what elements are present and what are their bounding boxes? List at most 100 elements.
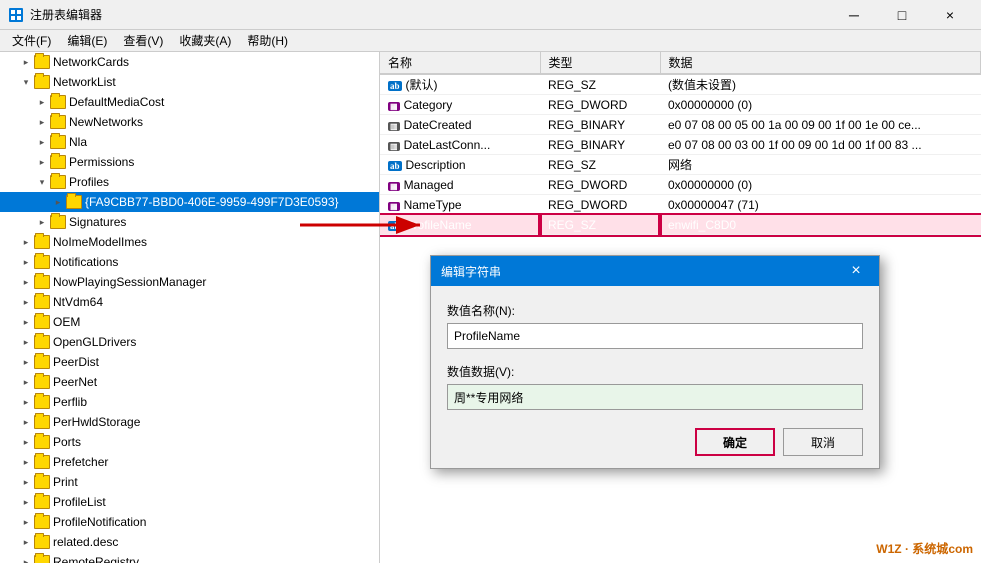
tree-item[interactable]: ▸Perflib [0,392,379,412]
tree-item[interactable]: ▸ OpenGLDrivers [0,332,379,352]
tree-item[interactable]: ▸ RemoteRegistry [0,552,379,563]
tree-item-label: {FA9CBB77-BBD0-406E-9959-499F7D3E0593} [85,195,339,209]
menu-item[interactable]: 收藏夹(A) [171,30,239,51]
tree-item[interactable]: ▸ PerHwldStorage [0,412,379,432]
tree-item[interactable]: ▸NowPlayingSessionManager [0,272,379,292]
dialog-close-button[interactable]: × [843,258,869,284]
tree-item[interactable]: ▸related.desc [0,532,379,552]
tree-toggle-icon[interactable]: ▸ [18,494,34,510]
tree-toggle-icon[interactable]: ▸ [34,154,50,170]
tree-toggle-icon[interactable]: ▸ [34,94,50,110]
tree-toggle-icon[interactable]: ▸ [18,514,34,530]
table-row[interactable]: ▥DateLastConn...REG_BINARYe0 07 08 00 03… [380,135,981,155]
table-row[interactable]: ▦ManagedREG_DWORD0x00000000 (0) [380,175,981,195]
tree-toggle-icon[interactable]: ▸ [18,374,34,390]
folder-icon [34,495,50,509]
reg-type-icon: ▥ [388,122,400,131]
tree-toggle-icon[interactable]: ▸ [18,334,34,350]
tree-item[interactable]: ▸Notifications [0,252,379,272]
col-data[interactable]: 数据 [660,52,981,74]
menu-item[interactable]: 文件(F) [4,30,59,51]
table-row[interactable]: ab(默认)REG_SZ(数值未设置) [380,74,981,95]
reg-name-cell: ▦Category [380,95,540,115]
tree-toggle-icon[interactable]: ▸ [18,354,34,370]
reg-data-cell: 网络 [660,155,981,175]
table-row[interactable]: abProfileNameREG_SZenwifi_C8D0 [380,215,981,235]
tree-toggle-icon[interactable]: ▸ [18,474,34,490]
tree-panel: ▸NetworkCards▾NetworkList▸DefaultMediaCo… [0,52,380,563]
tree-toggle-icon[interactable]: ▸ [18,394,34,410]
tree-item[interactable]: ▾Profiles [0,172,379,192]
tree-item[interactable]: ▸Ports [0,432,379,452]
tree-item[interactable]: ▸Permissions [0,152,379,172]
tree-toggle-icon[interactable]: ▸ [18,54,34,70]
tree-item[interactable]: ▸ NtVdm64 [0,292,379,312]
confirm-button[interactable]: 确定 [695,428,775,456]
dialog-title-bar[interactable]: 编辑字符串 × [431,256,879,286]
reg-data-cell: e0 07 08 00 03 00 1f 00 09 00 1d 00 1f 0… [660,135,981,155]
reg-type-cell: REG_DWORD [540,95,660,115]
tree-toggle-icon[interactable]: ▾ [34,174,50,190]
tree-toggle-icon[interactable]: ▸ [18,434,34,450]
tree-item-label: PerHwldStorage [53,415,140,429]
tree-toggle-icon[interactable]: ▸ [34,214,50,230]
tree-toggle-icon[interactable]: ▸ [34,114,50,130]
menu-item[interactable]: 查看(V) [115,30,171,51]
tree-item[interactable]: ▸PeerNet [0,372,379,392]
cancel-button[interactable]: 取消 [783,428,863,456]
value-input[interactable] [447,384,863,410]
tree-item[interactable]: ▸ProfileList [0,492,379,512]
col-type[interactable]: 类型 [540,52,660,74]
tree-toggle-icon[interactable]: ▸ [18,454,34,470]
reg-data-cell: enwifi_C8D0 [660,215,981,235]
table-row[interactable]: ▦NameTypeREG_DWORD0x00000047 (71) [380,195,981,215]
name-input[interactable] [447,323,863,349]
table-row[interactable]: ▥DateCreatedREG_BINARYe0 07 08 00 05 00 … [380,115,981,135]
tree-item[interactable]: ▸ProfileNotification [0,512,379,532]
reg-type-cell: REG_SZ [540,215,660,235]
tree-item[interactable]: ▸ {FA9CBB77-BBD0-406E-9959-499F7D3E0593} [0,192,379,212]
reg-type-cell: REG_SZ [540,155,660,175]
table-row[interactable]: abDescriptionREG_SZ网络 [380,155,981,175]
tree-toggle-icon[interactable]: ▸ [18,554,34,563]
reg-type-icon: ▦ [388,182,400,191]
dialog-buttons: 确定 取消 [447,428,863,456]
tree-item[interactable]: ▸PeerDist [0,352,379,372]
tree-item[interactable]: ▸Prefetcher [0,452,379,472]
tree-toggle-icon[interactable]: ▸ [34,134,50,150]
tree-item[interactable]: ▸Nla [0,132,379,152]
tree-item[interactable]: ▸Signatures [0,212,379,232]
menu-item[interactable]: 帮助(H) [239,30,296,51]
tree-toggle-icon[interactable]: ▾ [18,74,34,90]
tree-item[interactable]: ▸Print [0,472,379,492]
tree-toggle-icon[interactable]: ▸ [18,414,34,430]
reg-type-icon: ab [388,161,402,171]
tree-toggle-icon[interactable]: ▸ [18,234,34,250]
reg-data-cell: e0 07 08 00 05 00 1a 00 09 00 1f 00 1e 0… [660,115,981,135]
col-name[interactable]: 名称 [380,52,540,74]
tree-item-label: RemoteRegistry [53,555,139,563]
tree-toggle-icon[interactable]: ▸ [18,534,34,550]
minimize-button[interactable]: ─ [831,0,877,30]
tree-item[interactable]: ▸NewNetworks [0,112,379,132]
tree-item[interactable]: ▸DefaultMediaCost [0,92,379,112]
folder-icon [34,315,50,329]
folder-icon [34,355,50,369]
table-row[interactable]: ▦CategoryREG_DWORD0x00000000 (0) [380,95,981,115]
tree-item[interactable]: ▸NoImeModelImes [0,232,379,252]
tree-item[interactable]: ▸NetworkCards [0,52,379,72]
menu-item[interactable]: 编辑(E) [59,30,115,51]
tree-toggle-icon[interactable]: ▸ [18,294,34,310]
tree-item[interactable]: ▾NetworkList [0,72,379,92]
tree-item-label: OpenGLDrivers [53,335,136,349]
tree-toggle-icon[interactable]: ▸ [18,274,34,290]
close-button[interactable]: × [927,0,973,30]
tree-toggle-icon[interactable]: ▸ [18,254,34,270]
tree-toggle-icon[interactable]: ▸ [18,314,34,330]
maximize-button[interactable]: □ [879,0,925,30]
reg-name-cell: abDescription [380,155,540,175]
tree-scroll[interactable]: ▸NetworkCards▾NetworkList▸DefaultMediaCo… [0,52,379,563]
tree-item-label: NtVdm64 [53,295,103,309]
tree-toggle-icon[interactable]: ▸ [50,194,66,210]
tree-item[interactable]: ▸OEM [0,312,379,332]
